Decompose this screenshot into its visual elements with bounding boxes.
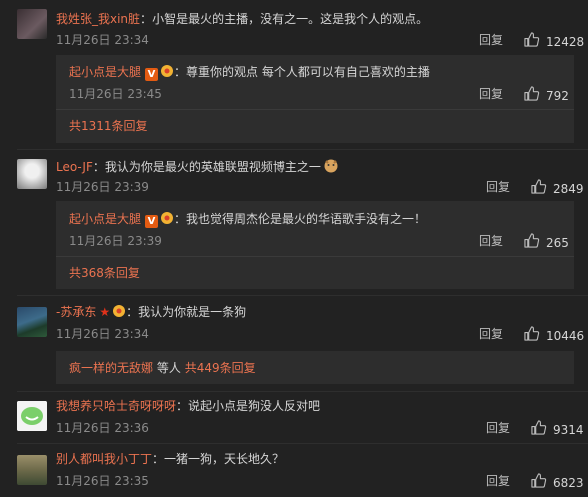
divider (56, 109, 574, 110)
username[interactable]: 别人都叫我小丁丁 (56, 452, 152, 466)
divider (17, 295, 588, 296)
reply-button[interactable]: 回复 (479, 86, 503, 102)
timestamp: 11月26日 23:39 (56, 180, 149, 194)
divider (17, 443, 588, 444)
comment-text: 我认为你就是一条狗 (138, 305, 247, 319)
thumbs-up-icon (524, 233, 540, 248)
view-all-replies-link[interactable]: 共368条回复 (69, 265, 140, 281)
reply-button[interactable]: 回复 (486, 473, 510, 489)
like-button[interactable]: 12428 (524, 32, 584, 50)
like-button[interactable]: 9314 (531, 420, 584, 438)
like-count: 12428 (546, 35, 585, 49)
doge-emoji-icon (323, 157, 339, 177)
username[interactable]: 疯一样的无敌娜 (69, 361, 153, 375)
like-button[interactable]: 2849 (531, 179, 584, 197)
star-icon: ★ (99, 305, 111, 319)
comment-text: 说起小点是狗没人反对吧 (188, 399, 321, 413)
hand-emoji-icon (160, 211, 174, 229)
like-count: 10446 (546, 329, 585, 343)
timestamp: 11月26日 23:45 (69, 87, 162, 101)
colon: ： (176, 399, 189, 413)
like-count: 2849 (553, 182, 584, 196)
avatar[interactable] (17, 9, 47, 39)
timestamp: 11月26日 23:34 (56, 33, 149, 47)
avatar[interactable] (17, 307, 47, 337)
comment-line: 别人都叫我小丁丁：一猪一狗，天长地久？ (56, 451, 284, 467)
thumbs-up-icon (531, 473, 547, 488)
colon: ： (92, 160, 105, 174)
timestamp: 11月26日 23:36 (56, 421, 149, 435)
thumbs-up-icon (524, 32, 540, 47)
colon: ： (140, 12, 153, 26)
comment-line: 我想养只哈士奇呀呀呀：说起小点是狗没人反对吧 (56, 398, 320, 414)
comment-line: -苏承东 ★ ：我认为你就是一条狗 (56, 304, 246, 322)
like-button[interactable]: 265 (524, 233, 569, 251)
colon: ： (126, 305, 139, 319)
divider (17, 391, 588, 392)
timestamp: 11月26日 23:34 (56, 327, 149, 341)
comment-line: Leo-JF：我认为你是最火的英雄联盟视频博主之一 (56, 157, 339, 177)
reply-button[interactable]: 回复 (479, 326, 503, 342)
thumbs-up-icon (524, 326, 540, 341)
v-badge-icon: V (145, 68, 159, 81)
divider (17, 149, 588, 150)
avatar[interactable] (17, 159, 47, 189)
colon: ： (152, 452, 165, 466)
comment-text: 一猪一狗，天长地久？ (164, 452, 285, 466)
divider (56, 256, 574, 257)
timestamp: 11月26日 23:39 (69, 234, 162, 248)
view-all-replies-link[interactable]: 共1311条回复 (69, 118, 148, 134)
username[interactable]: 我姓张_我xin脏 (56, 12, 140, 26)
reply-line: 起小点是大腿 V ：尊重你的观点 每个人都可以有自己喜欢的主播 (69, 64, 430, 82)
thumbs-up-icon (531, 420, 547, 435)
username[interactable]: 起小点是大腿 (69, 212, 141, 226)
thumbs-up-icon (524, 86, 540, 101)
colon: ： (174, 212, 187, 226)
hand-emoji-icon (160, 64, 174, 82)
reply-text: 我也觉得周杰伦是最火的华语歌手没有之一！ (186, 212, 427, 226)
like-count: 792 (546, 89, 569, 103)
comment-text: 小智是最火的主播，没有之一。这是我个人的观点。 (152, 12, 429, 26)
like-count: 6823 (553, 476, 584, 490)
timestamp: 11月26日 23:35 (56, 474, 149, 488)
username[interactable]: 我想养只哈士奇呀呀呀 (56, 399, 176, 413)
comment-text: 我认为你是最火的英雄联盟视频博主之一 (104, 160, 321, 174)
reply-summary-line: 疯一样的无敌娜 等人 共449条回复 (69, 360, 256, 376)
reply-button[interactable]: 回复 (479, 233, 503, 249)
reply-line: 起小点是大腿 V ：我也觉得周杰伦是最火的华语歌手没有之一！ (69, 211, 426, 229)
thumbs-up-icon (531, 179, 547, 194)
like-button[interactable]: 792 (524, 86, 569, 104)
v-badge-icon: V (145, 215, 159, 228)
reply-button[interactable]: 回复 (486, 420, 510, 436)
colon: ： (174, 65, 187, 79)
like-count: 9314 (553, 423, 584, 437)
hand-emoji-icon (112, 304, 126, 322)
view-all-replies-link[interactable]: 共449条回复 (185, 361, 256, 375)
like-button[interactable]: 10446 (524, 326, 584, 344)
username[interactable]: 起小点是大腿 (69, 65, 141, 79)
comment-line: 我姓张_我xin脏：小智是最火的主播，没有之一。这是我个人的观点。 (56, 11, 428, 27)
summary-text: 等人 (156, 361, 181, 375)
username[interactable]: Leo-JF (56, 160, 93, 174)
reply-button[interactable]: 回复 (486, 179, 510, 195)
username[interactable]: -苏承东 (56, 305, 96, 319)
like-count: 265 (546, 236, 569, 250)
like-button[interactable]: 6823 (531, 473, 584, 491)
reply-button[interactable]: 回复 (479, 32, 503, 48)
avatar[interactable] (17, 455, 47, 485)
avatar[interactable] (17, 401, 47, 431)
reply-text: 尊重你的观点 每个人都可以有自己喜欢的主播 (186, 65, 430, 79)
